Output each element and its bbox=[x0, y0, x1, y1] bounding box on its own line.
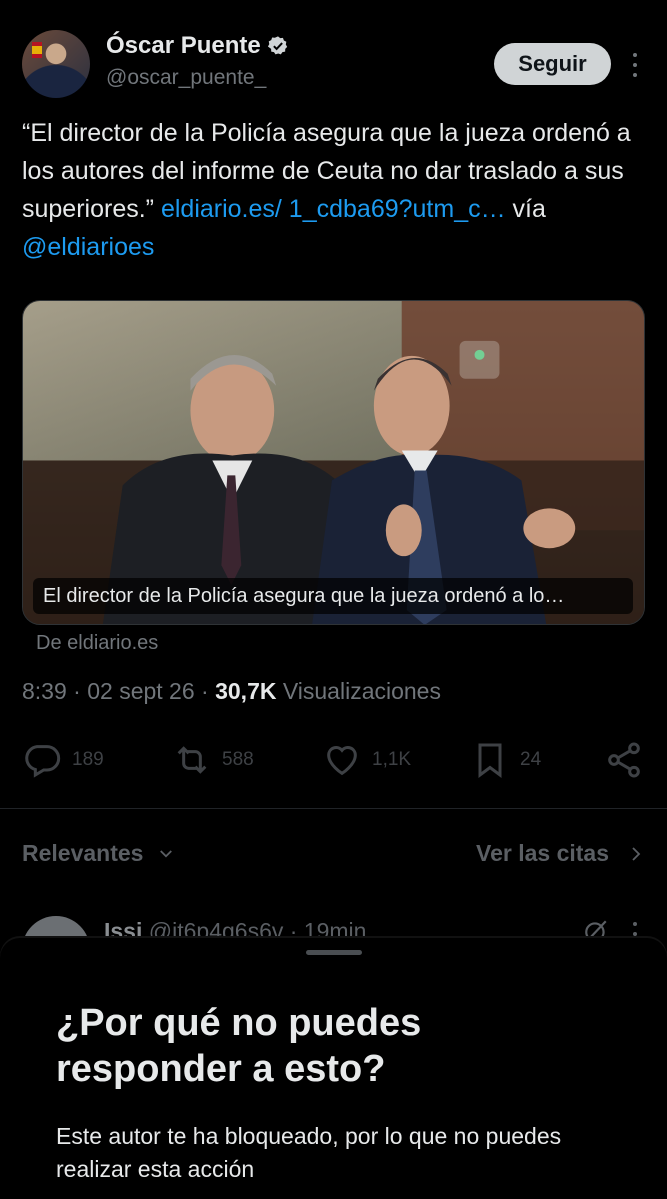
share-icon bbox=[608, 742, 640, 778]
author-avatar[interactable] bbox=[22, 30, 90, 98]
sort-label: Relevantes bbox=[22, 840, 144, 866]
card-caption: El director de la Policía asegura que la… bbox=[33, 578, 633, 614]
like-count: 1,1K bbox=[372, 749, 412, 770]
author-display-name[interactable]: Óscar Puente bbox=[106, 32, 289, 60]
follow-button[interactable]: Seguir bbox=[494, 43, 611, 85]
verified-badge-icon bbox=[267, 36, 287, 55]
share-button[interactable] bbox=[604, 740, 644, 780]
views-label: Visualizaciones bbox=[282, 678, 441, 704]
sort-dropdown[interactable]: Relevantes bbox=[22, 840, 175, 867]
tweet-via: vía bbox=[505, 195, 546, 223]
repost-button[interactable]: 588 bbox=[172, 740, 254, 780]
tweet-mention[interactable]: @eldiarioes bbox=[22, 233, 154, 261]
like-button[interactable]: 1,1K bbox=[322, 740, 411, 780]
tweet-detail-screen: Óscar Puente @oscar_puente_ Seguir “El d… bbox=[0, 0, 667, 1199]
repost-icon bbox=[177, 746, 207, 774]
author-row: Óscar Puente @oscar_puente_ Seguir bbox=[22, 30, 645, 100]
tweet-actions: 189 588 1,1K 24 bbox=[22, 740, 644, 784]
sheet-grabber[interactable] bbox=[305, 950, 362, 955]
tweet-link[interactable]: eldiario.es/ 1_cdba69?utm_c… bbox=[161, 195, 506, 223]
heart-icon bbox=[327, 746, 357, 776]
reply-count: 189 bbox=[72, 749, 104, 770]
tweet-text: “El director de la Policía asegura que l… bbox=[22, 114, 642, 266]
blocked-bottom-sheet: ¿Por qué no puedes responder a esto? Est… bbox=[0, 938, 667, 1199]
tweet-date: 02 sept 26 bbox=[87, 678, 195, 704]
bookmark-count: 24 bbox=[520, 749, 542, 770]
author-display-name-text: Óscar Puente bbox=[106, 32, 261, 59]
chevron-right-icon bbox=[632, 846, 641, 861]
card-source[interactable]: De eldiario.es bbox=[36, 632, 158, 655]
repost-count: 588 bbox=[222, 749, 254, 770]
author-name-block: Óscar Puente @oscar_puente_ bbox=[106, 32, 289, 90]
more-options-icon[interactable] bbox=[625, 50, 645, 80]
sheet-body: Este autor te ha bloqueado, por lo que n… bbox=[56, 1123, 562, 1182]
bookmark-button[interactable]: 24 bbox=[470, 740, 541, 780]
tweet-meta: 8:39 · 02 sept 26 · 30,7K Visualizacione… bbox=[22, 678, 441, 704]
divider bbox=[0, 808, 667, 809]
flag-icon bbox=[32, 42, 42, 58]
author-handle[interactable]: @oscar_puente_ bbox=[106, 66, 289, 90]
reply-icon bbox=[25, 745, 61, 778]
bookmark-icon bbox=[478, 743, 502, 778]
view-quotes-link[interactable]: Ver las citas bbox=[476, 840, 645, 867]
card-photo bbox=[23, 301, 644, 624]
replies-sort-row: Relevantes Ver las citas bbox=[22, 836, 645, 872]
reply-button[interactable]: 189 bbox=[22, 740, 104, 780]
link-card[interactable]: El director de la Policía asegura que la… bbox=[22, 300, 645, 625]
sheet-title: ¿Por qué no puedes responder a esto? bbox=[56, 1002, 422, 1090]
tweet-time: 8:39 bbox=[22, 678, 67, 704]
chevron-down-icon bbox=[160, 849, 173, 858]
reply-preview[interactable]: Issi @it6p4g6s6v · 19min bbox=[22, 900, 645, 942]
view-quotes-label: Ver las citas bbox=[476, 840, 609, 866]
views-count[interactable]: 30,7K bbox=[215, 678, 276, 704]
